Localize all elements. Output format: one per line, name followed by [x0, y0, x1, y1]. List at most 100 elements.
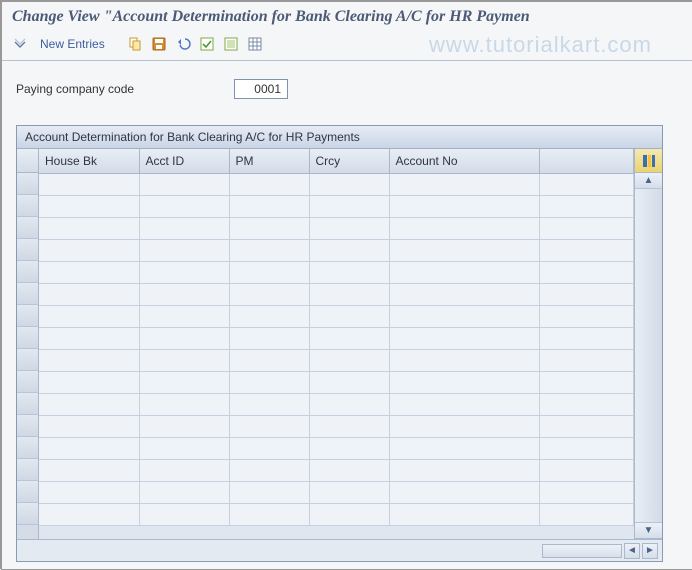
table-cell[interactable] — [39, 173, 139, 195]
row-selector[interactable] — [17, 349, 38, 371]
table-cell[interactable] — [229, 393, 309, 415]
configure-columns-icon[interactable] — [635, 149, 662, 173]
table-cell[interactable] — [389, 371, 539, 393]
table-cell[interactable] — [229, 217, 309, 239]
table-cell[interactable] — [139, 459, 229, 481]
table-cell[interactable] — [39, 349, 139, 371]
table-cell[interactable] — [229, 503, 309, 525]
table-cell[interactable] — [309, 195, 389, 217]
table-cell[interactable] — [39, 393, 139, 415]
table-cell[interactable] — [309, 239, 389, 261]
table-cell[interactable] — [39, 261, 139, 283]
table-cell[interactable] — [389, 415, 539, 437]
table-cell[interactable] — [309, 503, 389, 525]
scroll-down-icon[interactable]: ▼ — [635, 522, 662, 538]
table-cell[interactable] — [389, 305, 539, 327]
horizontal-scrollbar[interactable] — [542, 544, 622, 558]
table-cell[interactable] — [39, 459, 139, 481]
row-selector[interactable] — [17, 283, 38, 305]
row-selector[interactable] — [17, 437, 38, 459]
table-cell[interactable] — [229, 371, 309, 393]
table-cell[interactable] — [389, 503, 539, 525]
row-selector[interactable] — [17, 239, 38, 261]
copy-icon[interactable] — [125, 34, 145, 54]
vertical-scrollbar[interactable]: ▲ ▼ — [635, 173, 662, 539]
row-selector[interactable] — [17, 217, 38, 239]
row-selector[interactable] — [17, 327, 38, 349]
table-cell[interactable] — [139, 217, 229, 239]
column-header[interactable]: PM — [229, 149, 309, 173]
table-cell[interactable] — [229, 239, 309, 261]
table-cell[interactable] — [309, 371, 389, 393]
table-cell[interactable] — [139, 371, 229, 393]
save-icon[interactable] — [149, 34, 169, 54]
table-cell[interactable] — [389, 283, 539, 305]
table-cell[interactable] — [139, 327, 229, 349]
row-selector[interactable] — [17, 481, 38, 503]
table-cell[interactable] — [389, 173, 539, 195]
table-cell[interactable] — [309, 349, 389, 371]
table-cell[interactable] — [139, 503, 229, 525]
row-selector[interactable] — [17, 371, 38, 393]
table-cell[interactable] — [389, 239, 539, 261]
row-selector[interactable] — [17, 261, 38, 283]
table-cell[interactable] — [39, 371, 139, 393]
table-cell[interactable] — [39, 481, 139, 503]
row-selector[interactable] — [17, 415, 38, 437]
table-cell[interactable] — [139, 415, 229, 437]
table-cell[interactable] — [139, 283, 229, 305]
table-cell[interactable] — [139, 173, 229, 195]
table-cell[interactable] — [139, 437, 229, 459]
table-cell[interactable] — [139, 393, 229, 415]
table-cell[interactable] — [309, 415, 389, 437]
table-cell[interactable] — [389, 327, 539, 349]
table-cell[interactable] — [139, 261, 229, 283]
column-header[interactable]: Acct ID — [139, 149, 229, 173]
select-all-icon[interactable] — [197, 34, 217, 54]
table-cell[interactable] — [309, 481, 389, 503]
table-cell[interactable] — [389, 393, 539, 415]
table-cell[interactable] — [139, 481, 229, 503]
table-cell[interactable] — [229, 173, 309, 195]
table-cell[interactable] — [389, 481, 539, 503]
table-cell[interactable] — [39, 305, 139, 327]
table-cell[interactable] — [229, 349, 309, 371]
column-header[interactable]: Account No — [389, 149, 539, 173]
column-header[interactable]: House Bk — [39, 149, 139, 173]
scroll-up-icon[interactable]: ▲ — [635, 173, 662, 189]
table-cell[interactable] — [139, 195, 229, 217]
scroll-left-icon[interactable]: ◄ — [624, 543, 640, 559]
table-cell[interactable] — [229, 327, 309, 349]
table-cell[interactable] — [39, 415, 139, 437]
table-cell[interactable] — [229, 283, 309, 305]
table-cell[interactable] — [139, 305, 229, 327]
table-cell[interactable] — [229, 261, 309, 283]
column-header[interactable]: Crcy — [309, 149, 389, 173]
table-cell[interactable] — [309, 437, 389, 459]
table-cell[interactable] — [309, 459, 389, 481]
table-cell[interactable] — [389, 195, 539, 217]
table-cell[interactable] — [39, 503, 139, 525]
new-entries-button[interactable]: New Entries — [34, 37, 111, 51]
deselect-all-icon[interactable] — [221, 34, 241, 54]
table-cell[interactable] — [139, 349, 229, 371]
row-selector[interactable] — [17, 173, 38, 195]
table-settings-icon[interactable] — [245, 34, 265, 54]
table-cell[interactable] — [309, 217, 389, 239]
scroll-right-icon[interactable]: ► — [642, 543, 658, 559]
table-cell[interactable] — [229, 437, 309, 459]
table-cell[interactable] — [39, 195, 139, 217]
row-selector[interactable] — [17, 195, 38, 217]
table-cell[interactable] — [39, 217, 139, 239]
table-cell[interactable] — [389, 349, 539, 371]
table-cell[interactable] — [389, 217, 539, 239]
table-cell[interactable] — [39, 327, 139, 349]
row-selector[interactable] — [17, 305, 38, 327]
row-selector[interactable] — [17, 459, 38, 481]
table-cell[interactable] — [309, 327, 389, 349]
table-cell[interactable] — [389, 459, 539, 481]
table-cell[interactable] — [229, 195, 309, 217]
table-cell[interactable] — [309, 283, 389, 305]
paying-company-code-input[interactable] — [234, 79, 288, 99]
table-cell[interactable] — [39, 283, 139, 305]
